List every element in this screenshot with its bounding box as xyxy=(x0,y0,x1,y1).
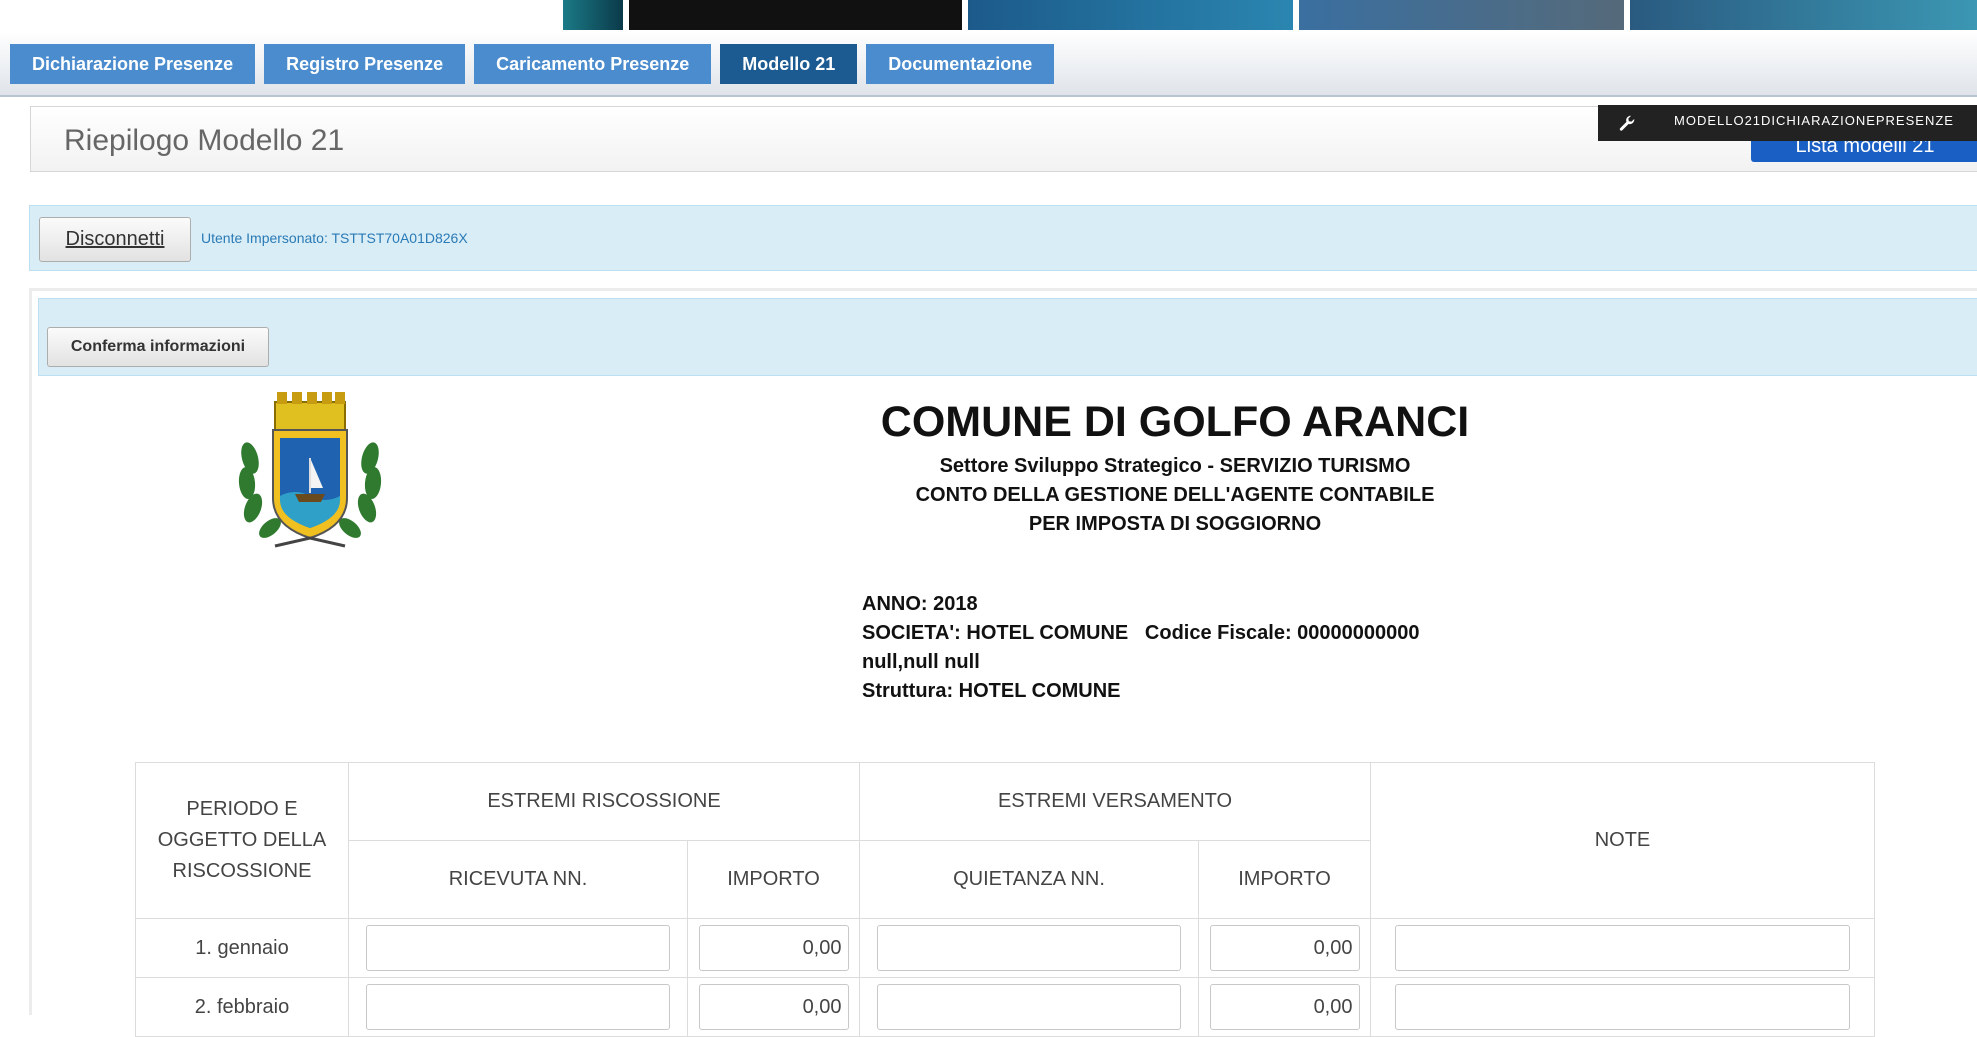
user-bar: Disconnetti Utente Impersonato: TSTTST70… xyxy=(29,205,1977,271)
tooltip-text: MODELLO21DICHIARAZIONEPRESENZE xyxy=(1674,113,1954,128)
info-null: null,null null xyxy=(862,651,980,673)
info-societa: SOCIETA': HOTEL COMUNE Codice Fiscale: 0… xyxy=(862,622,1420,644)
info-anno: ANNO: 2018 xyxy=(862,593,978,615)
ricevuta-input[interactable] xyxy=(366,925,670,971)
nav-item-registro-presenze[interactable]: Registro Presenze xyxy=(264,44,466,84)
nav-item-dichiarazione-presenze[interactable]: Dichiarazione Presenze xyxy=(10,44,256,84)
header-estremi-riscossione: ESTREMI RISCOSSIONE xyxy=(348,762,860,841)
disconnect-button[interactable]: Disconnetti xyxy=(39,217,191,262)
debug-tooltip: MODELLO21DICHIARAZIONEPRESENZE xyxy=(1598,105,1977,141)
main-navbar: Dichiarazione Presenze Registro Presenze… xyxy=(0,31,1977,97)
note-input[interactable] xyxy=(1395,925,1850,971)
municipal-coat-of-arms xyxy=(238,392,382,548)
nav-tabs: Dichiarazione Presenze Registro Presenze… xyxy=(10,44,1063,84)
header-ricevuta: RICEVUTA NN. xyxy=(348,840,688,919)
importo-riscossione-input[interactable]: 0,00 xyxy=(698,984,849,1030)
quietanza-input[interactable] xyxy=(877,925,1181,971)
table-row: 1. gennaio 0,00 0,00 xyxy=(135,918,1875,978)
quietanza-input[interactable] xyxy=(877,984,1181,1030)
header-banner-image xyxy=(563,0,1977,30)
document-subtitle-3: PER IMPOSTA DI SOGGIORNO xyxy=(1028,513,1322,535)
ricevuta-input[interactable] xyxy=(366,984,670,1030)
document-subtitle-2: CONTO DELLA GESTIONE DELL'AGENTE CONTABI… xyxy=(915,484,1435,506)
confirm-button[interactable]: Conferma informazioni xyxy=(47,327,269,367)
document-title: COMUNE DI GOLFO ARANCI xyxy=(880,398,1470,446)
modello-21-table: PERIODO E OGGETTO DELLA RISCOSSIONE ESTR… xyxy=(135,762,1875,1037)
wrench-icon xyxy=(1619,115,1635,131)
header-periodo: PERIODO E OGGETTO DELLA RISCOSSIONE xyxy=(135,762,349,919)
importo-versamento-input[interactable]: 0,00 xyxy=(1209,925,1360,971)
page-title: Riepilogo Modello 21 xyxy=(64,124,345,157)
nav-item-caricamento-presenze[interactable]: Caricamento Presenze xyxy=(474,44,712,84)
impersonated-user-label: Utente Impersonato: TSTTST70A01D826X xyxy=(201,230,468,246)
header-importo-versamento: IMPORTO xyxy=(1198,840,1371,919)
header-note: NOTE xyxy=(1370,762,1875,919)
document-subtitle-1: Settore Sviluppo Strategico - SERVIZIO T… xyxy=(939,455,1411,477)
confirm-bar: Conferma informazioni xyxy=(38,298,1977,376)
info-struttura: Struttura: HOTEL COMUNE xyxy=(862,680,1121,702)
header-quietanza: QUIETANZA NN. xyxy=(859,840,1199,919)
importo-riscossione-input[interactable]: 0,00 xyxy=(698,925,849,971)
nav-item-documentazione[interactable]: Documentazione xyxy=(866,44,1055,84)
row-period: 1. gennaio xyxy=(135,918,349,978)
note-input[interactable] xyxy=(1395,984,1850,1030)
header-estremi-versamento: ESTREMI VERSAMENTO xyxy=(859,762,1371,841)
nav-item-modello-21[interactable]: Modello 21 xyxy=(720,44,858,84)
importo-versamento-input[interactable]: 0,00 xyxy=(1209,984,1360,1030)
row-period: 2. febbraio xyxy=(135,977,349,1037)
header-importo-riscossione: IMPORTO xyxy=(687,840,860,919)
table-row: 2. febbraio 0,00 0,00 xyxy=(135,977,1875,1037)
